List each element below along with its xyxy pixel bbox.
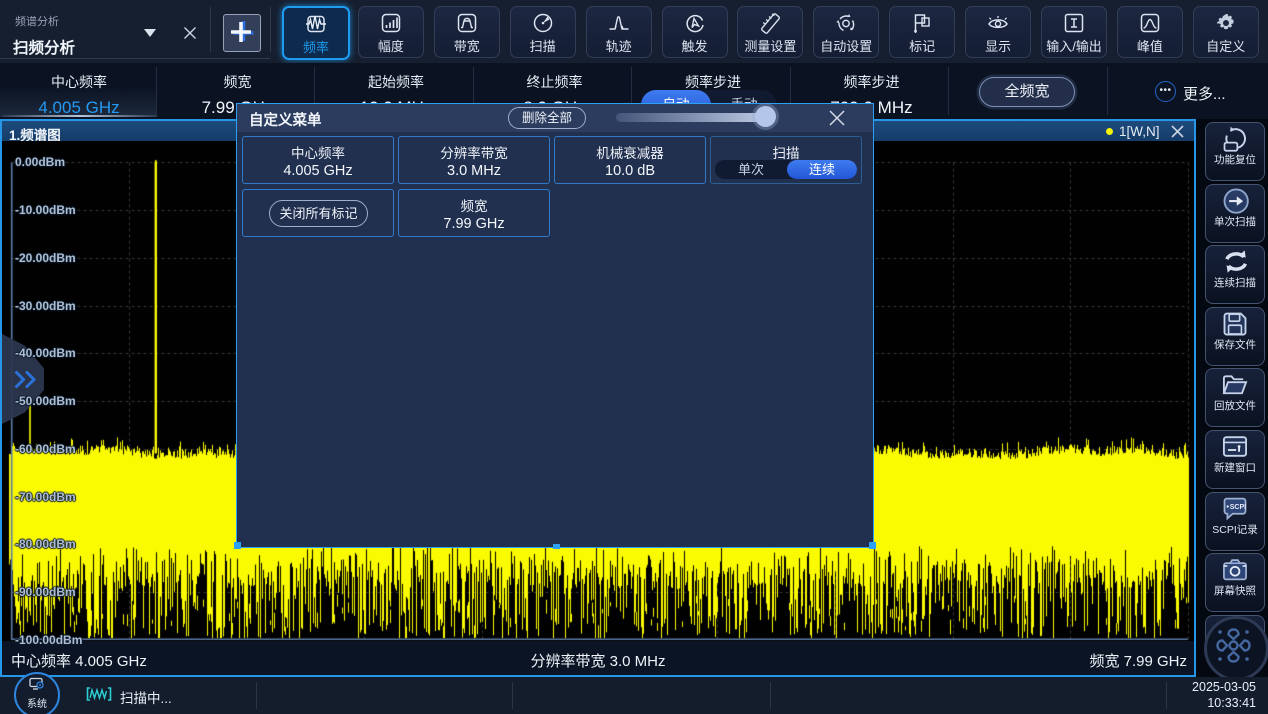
svg-text:SCPI: SCPI bbox=[1230, 504, 1246, 511]
